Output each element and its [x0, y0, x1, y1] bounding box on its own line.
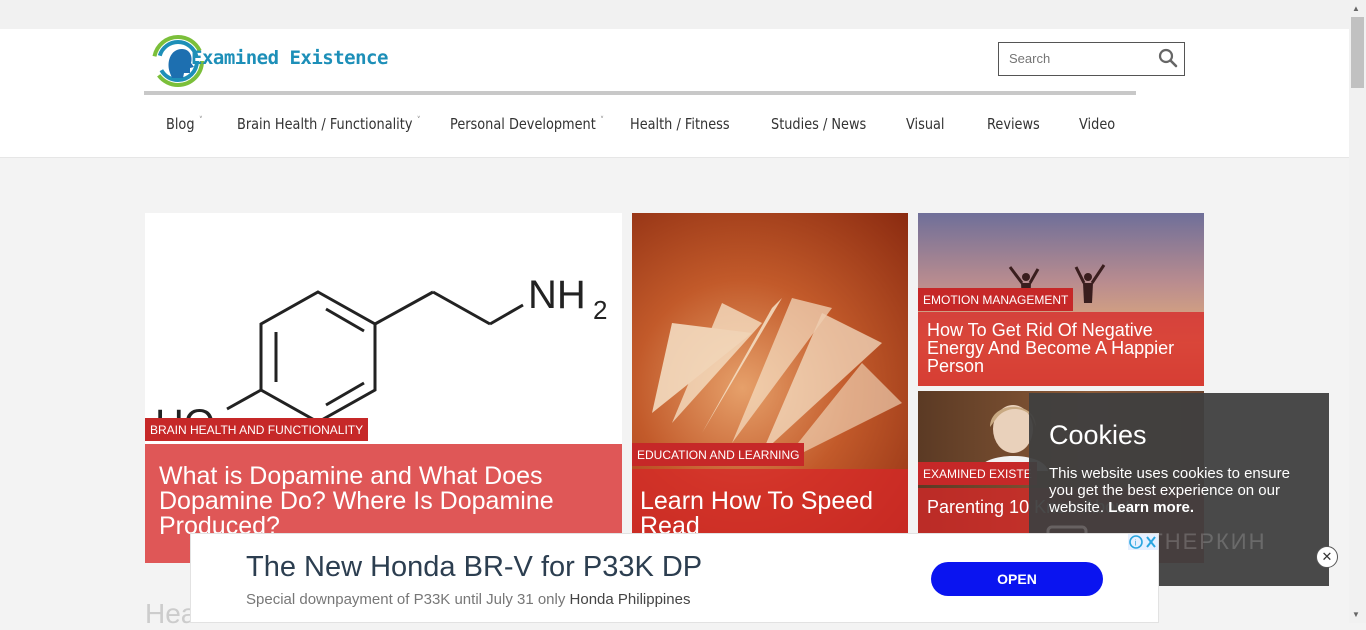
- chevron-down-icon: ˅: [600, 116, 604, 126]
- ad-banner[interactable]: The New Honda BR-V for P33K DP Special d…: [190, 533, 1159, 623]
- nav-label: Personal Development: [450, 115, 596, 133]
- dopamine-molecule-image: NH 2 HO: [155, 273, 607, 446]
- ad-subtext-row: Special downpayment of P33K until July 3…: [246, 591, 690, 608]
- scroll-down-arrow-icon[interactable]: ▼: [1352, 610, 1360, 619]
- molecule-subscript: 2: [593, 295, 607, 325]
- chevron-down-icon: ˅: [198, 116, 203, 126]
- nav-label: Brain Health / Functionality: [237, 115, 413, 133]
- nav-label: Studies / News: [771, 115, 867, 133]
- cookie-title: Cookies: [1049, 420, 1147, 450]
- nav-item-studies-news[interactable]: Studies / News: [771, 115, 866, 133]
- nav-label: Reviews: [987, 115, 1040, 133]
- search-input[interactable]: [1007, 50, 1151, 67]
- nav-label: Blog: [166, 115, 195, 133]
- svg-text:i: i: [1135, 539, 1137, 548]
- category-badge[interactable]: EMOTION MANAGEMENT: [918, 288, 1074, 311]
- post-card[interactable]: EMOTION MANAGEMENT How To Get Rid Of Neg…: [918, 213, 1204, 386]
- molecule-label: NH: [528, 273, 586, 317]
- nav-item-brain-health[interactable]: Brain Health / Functionality ˅: [237, 115, 421, 133]
- nav-label: Video: [1079, 115, 1116, 133]
- scrollbar-thumb[interactable]: [1351, 17, 1364, 88]
- adchoices-badge[interactable]: i: [1128, 534, 1158, 550]
- nav-label: Visual: [906, 115, 945, 133]
- page-scrollbar[interactable]: [1349, 0, 1366, 623]
- category-badge[interactable]: BRAIN HEALTH AND FUNCTIONALITY: [145, 418, 369, 441]
- nav-label: Health / Fitness: [630, 115, 730, 133]
- cookie-message: This website uses cookies to ensure you …: [1049, 465, 1314, 516]
- search-box[interactable]: [998, 42, 1185, 76]
- featured-post-card[interactable]: NH 2 HO BRAIN HEALTH AND FUNCTIONALITY W…: [145, 213, 622, 563]
- nav-item-health-fitness[interactable]: Health / Fitness: [630, 115, 730, 133]
- search-icon[interactable]: [1158, 48, 1178, 68]
- logo-text[interactable]: Examined Existence: [191, 47, 388, 69]
- open-book-image: [652, 298, 902, 463]
- ad-headline[interactable]: The New Honda BR-V for P33K DP: [246, 551, 702, 584]
- ad-subtext: Special downpayment of P33K until July 3…: [246, 591, 566, 608]
- nav-item-video[interactable]: Video: [1079, 115, 1115, 133]
- adchoices-icon: i: [1129, 535, 1156, 549]
- nav-top-border: [144, 91, 1136, 95]
- cookie-learn-more-link[interactable]: Learn more.: [1108, 499, 1194, 516]
- close-ad-icon[interactable]: ✕: [1316, 546, 1338, 568]
- ad-advertiser[interactable]: Honda Philippines: [570, 591, 691, 608]
- nav-item-visual[interactable]: Visual: [906, 115, 945, 133]
- section-heading: Hea: [145, 598, 197, 629]
- post-title[interactable]: How To Get Rid Of Negative Energy And Be…: [918, 312, 1204, 386]
- chevron-down-icon: ˅: [416, 116, 421, 126]
- top-strip: [0, 0, 1349, 29]
- nav-item-personal-development[interactable]: Personal Development ˅: [450, 115, 604, 133]
- ad-open-button[interactable]: OPEN: [931, 562, 1103, 596]
- category-badge[interactable]: EDUCATION AND LEARNING: [632, 443, 805, 466]
- nav-item-blog[interactable]: Blog ˅: [166, 115, 203, 133]
- category-badge[interactable]: EXAMINED EXISTE: [918, 462, 1037, 485]
- post-card[interactable]: EDUCATION AND LEARNING Learn How To Spee…: [632, 213, 908, 563]
- nav-item-reviews[interactable]: Reviews: [987, 115, 1040, 133]
- scroll-up-arrow-icon[interactable]: ▲: [1352, 4, 1360, 13]
